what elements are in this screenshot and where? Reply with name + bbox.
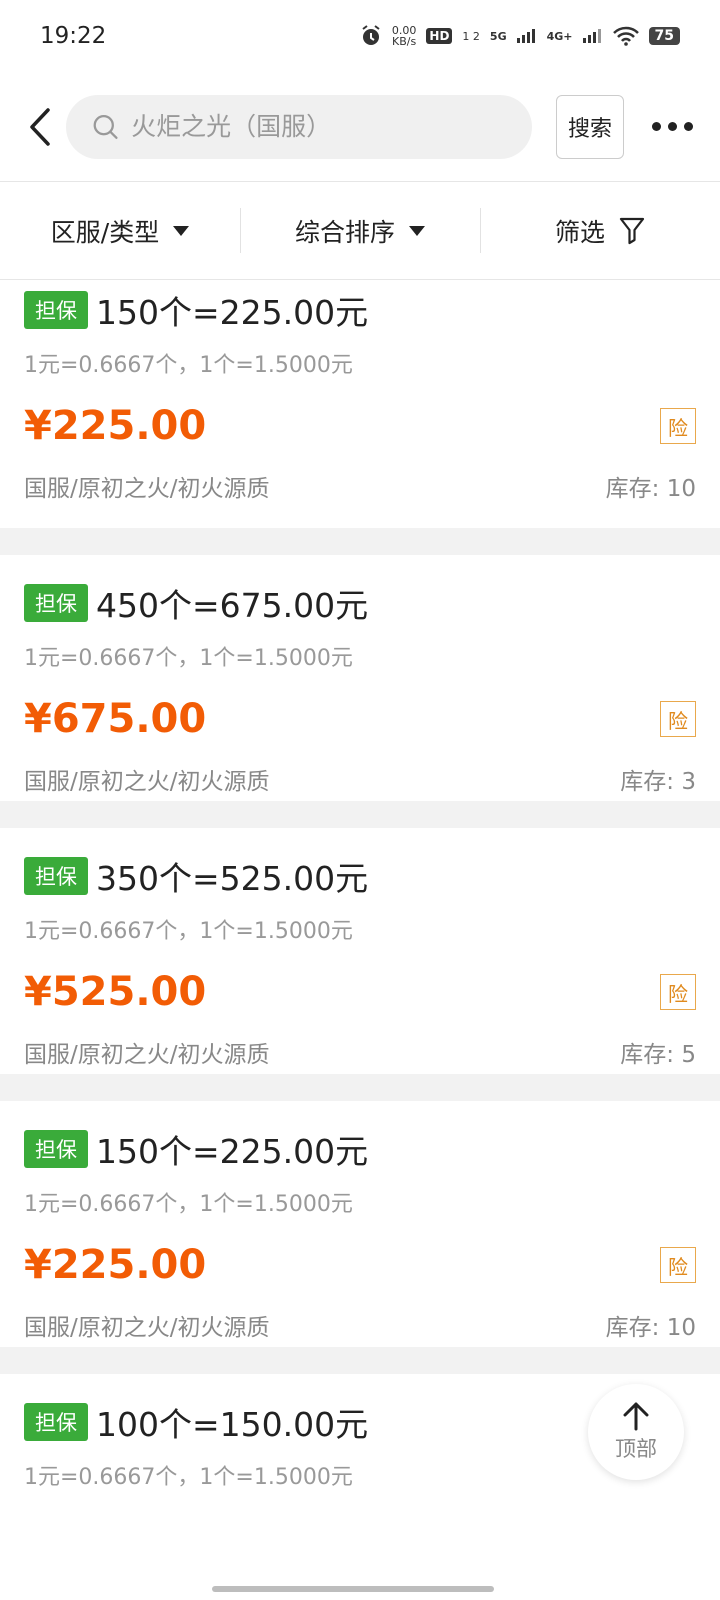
listing-price-row: ¥225.00 险 [24, 1235, 696, 1295]
listing-title: 350个=525.00元 [96, 859, 369, 898]
funnel-icon [619, 217, 645, 244]
guarantee-tag: 担保 [24, 584, 88, 622]
listing-stock: 库存: 10 [605, 476, 696, 502]
back-to-top-label: 顶部 [615, 1437, 657, 1461]
caret-down-icon [409, 225, 425, 236]
listing-category: 国服/原初之火/初火源质 [24, 1315, 270, 1341]
listing-card[interactable]: 担保 150个=225.00元 1元=0.6667个，1个=1.5000元 ¥2… [0, 1101, 720, 1347]
listing-title-row: 担保 150个=225.00元 [24, 280, 696, 340]
search-header: 搜索 [0, 72, 720, 182]
status-bar: 19:22 0.00 KB/s HD 1 2 5G 4G+ 75 [0, 0, 720, 72]
guarantee-tag: 担保 [24, 1403, 88, 1441]
listing-price-row: ¥225.00 险 [24, 396, 696, 456]
listing-rate: 1元=0.6667个，1个=1.5000元 [24, 1192, 353, 1217]
more-dot-icon [683, 122, 693, 131]
caret-down-icon [173, 225, 190, 236]
insurance-badge: 险 [660, 974, 696, 1010]
insurance-badge: 险 [660, 701, 696, 737]
listing-category: 国服/原初之火/初火源质 [24, 476, 270, 502]
listing-title: 150个=225.00元 [96, 293, 369, 332]
filter-label: 筛选 [554, 217, 605, 247]
signal-bars-2-icon [582, 29, 601, 43]
listing-title-row: 担保 350个=525.00元 [24, 846, 696, 906]
listing-rate: 1元=0.6667个，1个=1.5000元 [24, 1465, 353, 1490]
listing-title: 100个=150.00元 [96, 1405, 369, 1444]
listing-price: ¥225.00 [24, 403, 207, 449]
listing-price-row: ¥525.00 险 [24, 962, 696, 1022]
listing-card[interactable]: 担保 150个=225.00元 1元=0.6667个，1个=1.5000元 ¥2… [0, 280, 720, 528]
wifi-icon [612, 26, 639, 46]
listing-price-row: ¥675.00 险 [24, 689, 696, 749]
filter-label: 区服/类型 [50, 217, 160, 247]
listing-price: ¥525.00 [24, 969, 207, 1015]
status-icons: 0.00 KB/s HD 1 2 5G 4G+ 75 [360, 25, 680, 47]
hd-sub: 1 2 [462, 29, 480, 43]
listing-card[interactable]: 担保 450个=675.00元 1元=0.6667个，1个=1.5000元 ¥6… [0, 555, 720, 801]
status-time: 19:22 [40, 23, 107, 49]
home-indicator[interactable] [212, 1586, 494, 1592]
guarantee-tag: 担保 [24, 1130, 88, 1168]
insurance-badge: 险 [660, 408, 696, 444]
listing-title: 450个=675.00元 [96, 586, 369, 625]
listing-rate: 1元=0.6667个，1个=1.5000元 [24, 919, 353, 944]
listing-rate: 1元=0.6667个，1个=1.5000元 [24, 646, 353, 671]
filter-bar: 区服/类型 综合排序 筛选 [0, 182, 720, 280]
alarm-icon [362, 25, 380, 45]
arrow-up-icon [623, 1402, 649, 1431]
more-dot-icon [651, 122, 661, 131]
battery-icon: 75 [648, 27, 680, 45]
listing-category: 国服/原初之火/初火源质 [24, 1042, 270, 1068]
listing-title: 150个=225.00元 [96, 1132, 369, 1171]
search-box[interactable] [66, 94, 532, 159]
search-input[interactable] [131, 112, 506, 141]
listing-rate: 1元=0.6667个，1个=1.5000元 [24, 353, 353, 378]
listing-stock: 库存: 3 [620, 769, 696, 795]
filter-server-type[interactable]: 区服/类型 [0, 182, 240, 279]
more-dot-icon [667, 122, 677, 131]
listing-card[interactable]: 担保 350个=525.00元 1元=0.6667个，1个=1.5000元 ¥5… [0, 828, 720, 1074]
back-to-top-button[interactable]: 顶部 [588, 1384, 684, 1480]
back-button[interactable] [20, 102, 60, 152]
search-icon [93, 114, 118, 139]
listing-stock: 库存: 10 [605, 1315, 696, 1341]
listing-meta-row: 国服/原初之火/初火源质 库存: 10 [24, 1305, 696, 1345]
filter-sort[interactable]: 综合排序 [240, 182, 480, 279]
guarantee-tag: 担保 [24, 857, 88, 895]
listing-stock: 库存: 5 [620, 1042, 696, 1068]
chevron-left-icon [30, 107, 50, 146]
listing-meta-row: 国服/原初之火/初火源质 库存: 5 [24, 1032, 696, 1072]
signal-5g-icon: 5G [489, 29, 507, 43]
listing-title-row: 担保 450个=675.00元 [24, 573, 696, 633]
signal-bars-icon [516, 29, 535, 43]
net-speed: 0.00 KB/s [391, 24, 417, 48]
filter-screen[interactable]: 筛选 [480, 182, 720, 279]
guarantee-tag: 担保 [24, 291, 88, 329]
search-button[interactable]: 搜索 [556, 94, 624, 159]
hd-icon: HD [426, 28, 453, 44]
listing-category: 国服/原初之火/初火源质 [24, 769, 270, 795]
signal-4g-icon: 4G+ [546, 29, 573, 43]
listing-meta-row: 国服/原初之火/初火源质 库存: 10 [24, 466, 696, 506]
listing-title-row: 担保 150个=225.00元 [24, 1119, 696, 1179]
more-button[interactable] [644, 102, 700, 152]
listing-price: ¥225.00 [24, 1242, 207, 1288]
listing-price: ¥675.00 [24, 696, 207, 742]
listing-meta-row: 国服/原初之火/初火源质 库存: 3 [24, 759, 696, 799]
insurance-badge: 险 [660, 1247, 696, 1283]
filter-label: 综合排序 [294, 217, 395, 247]
